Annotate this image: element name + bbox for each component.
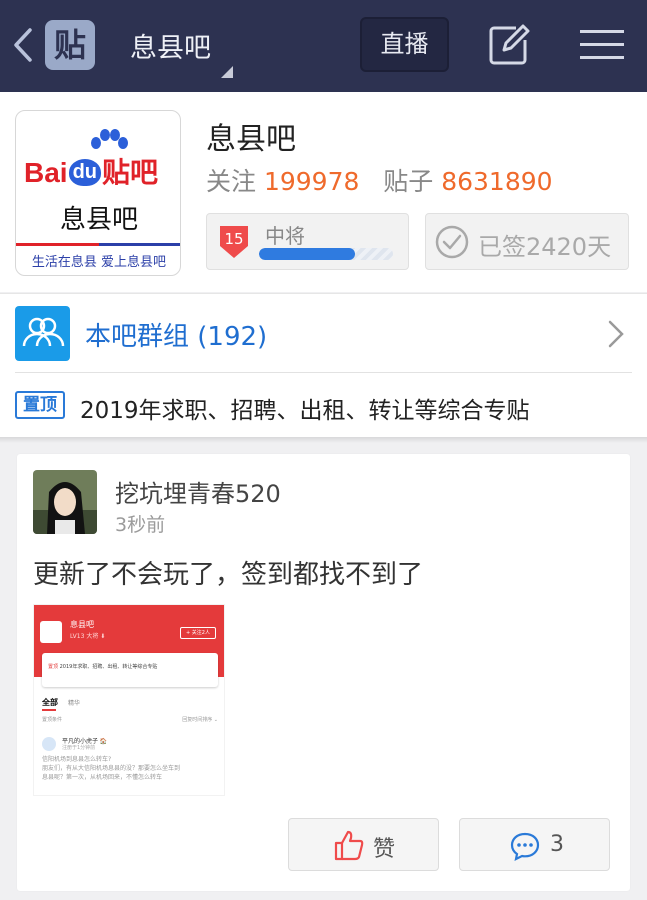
forum-logo[interactable]: Bai du 贴吧 息县吧 生活在息县 爱上息县吧 — [15, 110, 181, 276]
group-label: 本吧群组 (192) — [85, 322, 268, 352]
posts-count: 8631890 — [441, 167, 553, 196]
thumb-follow-button: + 关注2人 — [180, 627, 216, 639]
brand-du: du — [68, 159, 102, 186]
compose-icon[interactable] — [488, 24, 530, 66]
pinned-post-row[interactable]: 置顶 2019年求职、招聘、出租、转让等综合专贴 — [0, 373, 647, 437]
forum-stats: 关注 199978 贴子 8631890 — [206, 162, 553, 198]
dropdown-caret-icon[interactable] — [221, 66, 233, 78]
user-level-box[interactable]: 15 中将 — [206, 213, 409, 270]
like-button[interactable]: 赞 — [288, 818, 439, 871]
level-progress-fill — [259, 248, 356, 260]
section-shadow — [0, 437, 647, 443]
follow-count: 199978 — [263, 167, 360, 196]
thumb-avatar — [42, 737, 56, 751]
thumb-pinned: 置顶 2019年求职、招聘、出租、转让等综合专贴 — [42, 653, 218, 687]
post-author[interactable]: 挖坑埋青春520 — [115, 474, 281, 509]
thumb-sort-right: 回复时间排序 ⌄ — [182, 717, 218, 723]
check-circle-icon — [435, 225, 469, 259]
post-time: 3秒前 — [115, 514, 166, 536]
chevron-right-icon — [608, 320, 624, 348]
comment-button[interactable]: 3 — [459, 818, 610, 871]
thumb-user-meta: 注册于1分钟前 — [62, 745, 96, 751]
post-card[interactable]: 挖坑埋青春520 3秒前 更新了不会玩了，签到都找不到了 息县吧 LV13 大将… — [17, 454, 630, 891]
level-name: 中将 — [265, 224, 305, 248]
logo-forum-name: 息县吧 — [59, 205, 138, 235]
level-progress-bar — [259, 248, 393, 260]
post-image-thumbnail[interactable]: 息县吧 LV13 大将 ⬇ + 关注2人 置顶 2019年求职、招聘、出租、转让… — [33, 604, 225, 796]
thumb-sort-row: 置顶条件 回复时间排序 ⌄ — [42, 716, 218, 723]
back-arrow-icon[interactable] — [12, 28, 34, 62]
comment-count: 3 — [550, 832, 564, 857]
follow-label: 关注 — [206, 167, 257, 196]
posts-label: 贴子 — [383, 167, 434, 196]
thumb-tab-underline — [42, 709, 56, 711]
avatar[interactable] — [33, 470, 97, 534]
post-text: 更新了不会玩了，签到都找不到了 — [33, 560, 424, 590]
nav-title[interactable]: 息县吧 — [130, 26, 211, 65]
pinned-title: 2019年求职、招聘、出租、转让等综合专贴 — [80, 398, 530, 424]
pinned-tag: 置顶 — [15, 391, 65, 419]
thumb-forum-logo — [40, 621, 62, 643]
top-nav-bar: 贴 息县吧 直播 — [0, 0, 647, 92]
group-icon — [15, 306, 70, 361]
thumb-sort-left: 置顶条件 — [42, 717, 63, 723]
brand-suffix: 贴吧 — [102, 157, 159, 188]
live-button[interactable]: 直播 — [360, 17, 449, 72]
thumb-tab-other: 精华 — [68, 700, 81, 707]
thumb-forum-name: 息县吧 — [70, 620, 94, 629]
signed-in-box[interactable]: 已签2420天 — [425, 213, 629, 270]
logo-divider — [16, 243, 180, 246]
thumb-pin-text: 2019年求职、招聘、出租、转让等综合专贴 — [59, 664, 158, 670]
thumb-forum-level: LV13 大将 ⬇ — [70, 633, 106, 640]
baidu-brand: Bai du 贴吧 — [24, 151, 158, 191]
forum-header: Bai du 贴吧 息县吧 生活在息县 爱上息县吧 息县吧 关注 199978 贴子… — [0, 92, 647, 292]
brand-text: Bai — [24, 157, 68, 188]
signed-days-text: 已签2420天 — [478, 233, 612, 261]
like-label: 赞 — [373, 837, 396, 862]
menu-icon[interactable] — [580, 28, 624, 62]
level-number: 15 — [224, 230, 244, 248]
forum-name: 息县吧 — [206, 122, 296, 157]
comment-bubble-icon — [510, 832, 540, 861]
thumb-tabs: 全部 精华 — [42, 697, 80, 708]
forum-group-row[interactable]: 本吧群组 (192) — [0, 293, 647, 373]
tieba-logo-icon[interactable]: 贴 — [45, 20, 95, 70]
page: 贴 息县吧 直播 Bai du 贴吧 息县吧 生活在息县 爱上息县吧 息县吧 关… — [0, 0, 647, 900]
thumb-tab-all: 全部 — [42, 698, 58, 707]
logo-slogan: 生活在息县 爱上息县吧 — [31, 255, 167, 270]
thumb-pin-tag: 置顶 — [48, 664, 59, 670]
thumbs-up-icon — [334, 830, 364, 861]
thumb-post-body: 信阳机场到息县怎么转车? 朋友们，有从大信阳机场息县的没？那要怎么坐车到息县呢？… — [42, 756, 181, 781]
